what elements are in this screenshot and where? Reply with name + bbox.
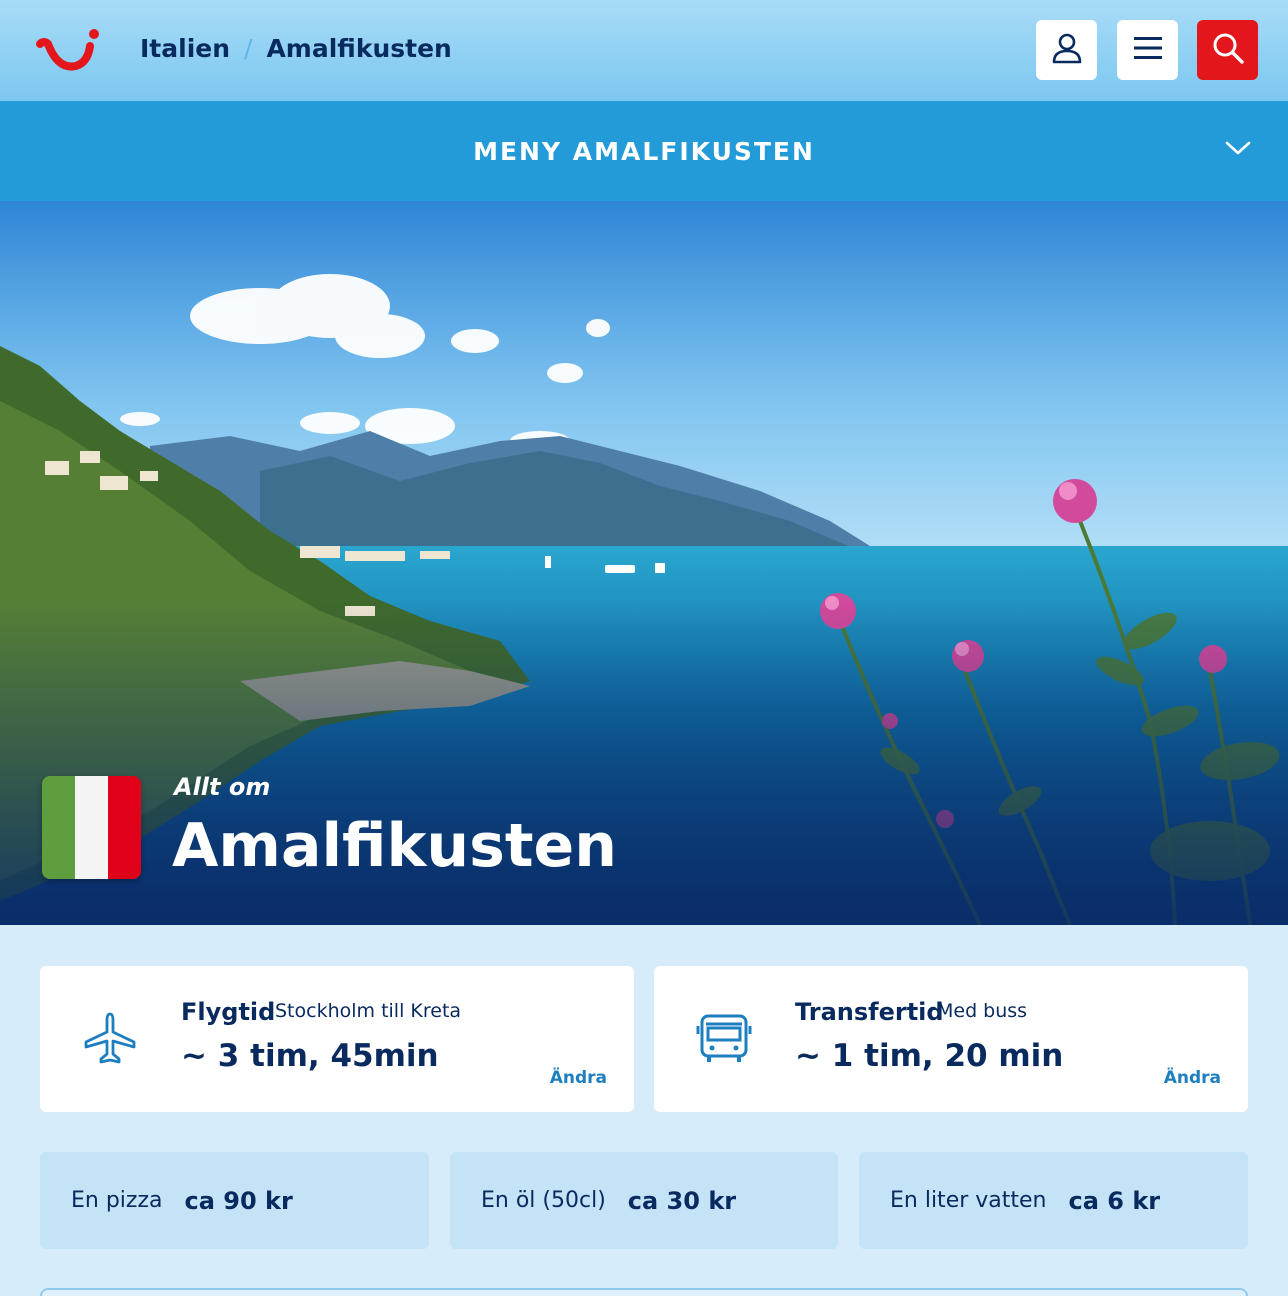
breadcrumb-amalfikusten[interactable]: Amalfikusten	[266, 34, 451, 63]
search-button[interactable]	[1197, 20, 1258, 80]
next-section-edge	[40, 1288, 1248, 1296]
breadcrumb-italien[interactable]: Italien	[140, 34, 230, 63]
transfer-mode: Med buss	[937, 1000, 1028, 1022]
price-label: En liter vatten	[890, 1188, 1047, 1213]
change-departure-link[interactable]: Ändra	[550, 1068, 607, 1088]
bus-icon	[696, 1010, 752, 1066]
italy-flag-icon	[42, 776, 141, 879]
flight-time-label: Flygtid	[181, 998, 276, 1026]
chevron-down-icon	[1224, 139, 1252, 161]
price-label: En öl (50cl)	[481, 1188, 606, 1213]
page-title: Amalfikusten	[172, 811, 617, 881]
airplane-icon	[82, 1010, 138, 1066]
price-beer: En öl (50cl) ca 30 kr	[450, 1152, 838, 1249]
breadcrumb: Italien / Amalfikusten	[140, 34, 452, 63]
destination-menu-toggle[interactable]: MENY AMALFIKUSTEN	[0, 101, 1288, 201]
flight-time-value: ~ 3 tim, 45min	[181, 1038, 439, 1074]
transfer-time-label: Transfertid	[795, 998, 944, 1026]
hero-banner: Allt om Amalfikusten	[0, 201, 1288, 925]
price-value: ca 30 kr	[627, 1186, 737, 1215]
transfer-time-value: ~ 1 tim, 20 min	[795, 1038, 1064, 1074]
price-value: ca 6 kr	[1068, 1186, 1161, 1215]
user-icon	[1050, 31, 1084, 69]
price-pizza: En pizza ca 90 kr	[40, 1152, 429, 1249]
destination-menu-title: MENY AMALFIKUSTEN	[473, 136, 815, 166]
change-transfer-link[interactable]: Ändra	[1164, 1068, 1221, 1088]
hamburger-icon	[1132, 35, 1164, 65]
menu-button[interactable]	[1117, 20, 1178, 80]
hero-kicker: Allt om	[174, 773, 271, 801]
account-button[interactable]	[1036, 20, 1097, 80]
price-label: En pizza	[71, 1188, 163, 1213]
flight-route: Stockholm till Kreta	[275, 1000, 462, 1022]
transfer-time-card: Transfertid Med buss ~ 1 tim, 20 min Änd…	[654, 966, 1248, 1112]
search-icon	[1211, 31, 1245, 69]
flight-time-card: Flygtid Stockholm till Kreta ~ 3 tim, 45…	[40, 966, 634, 1112]
tui-logo-icon[interactable]	[36, 26, 102, 78]
price-water: En liter vatten ca 6 kr	[859, 1152, 1248, 1249]
price-value: ca 90 kr	[184, 1186, 293, 1215]
site-header: Italien / Amalfikusten	[0, 0, 1288, 101]
breadcrumb-separator: /	[244, 34, 253, 63]
